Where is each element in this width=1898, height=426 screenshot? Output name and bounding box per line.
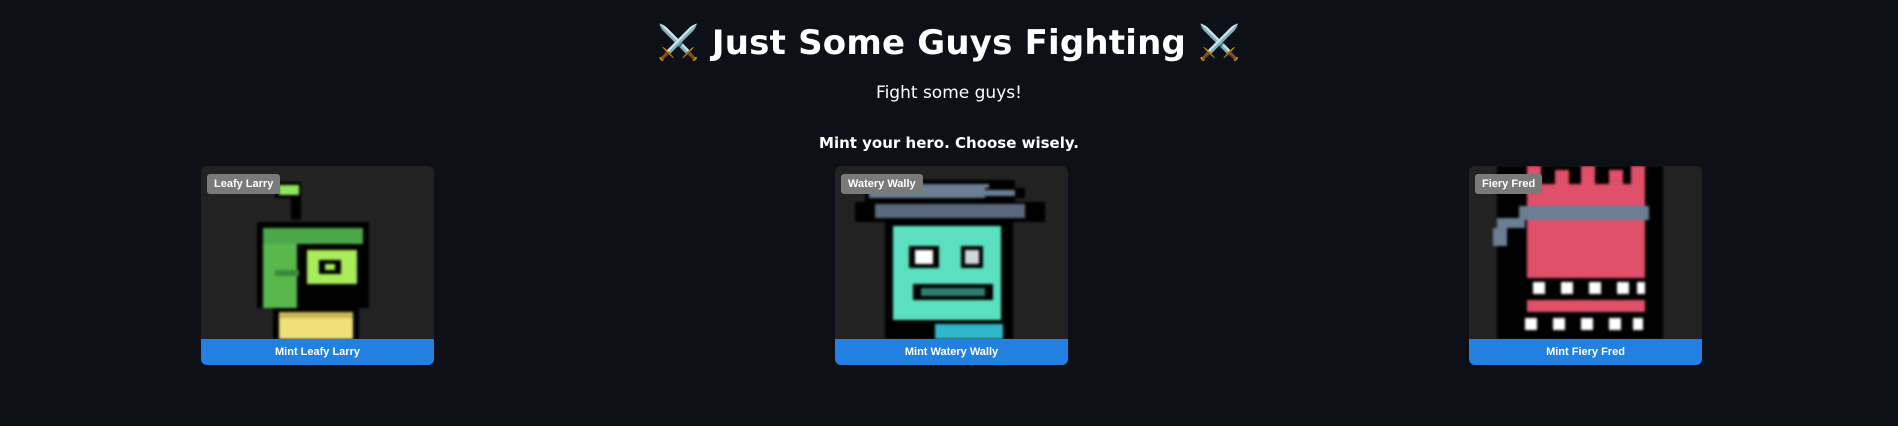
mint-fiery-fred-button[interactable]: Mint Fiery Fred [1469,339,1702,365]
crossed-swords-icon: ⚔️ [657,23,700,63]
hero-card-fiery-fred: Fiery Fred Mint Fiery Fred [1469,166,1702,365]
page-title: ⚔️ Just Some Guys Fighting ⚔️ [0,18,1898,68]
hero-card-leafy-larry: Leafy Larry Mint Leafy Larry [201,166,434,365]
hero-card-watery-wally: Watery Wally Mint Watery Wally [835,166,1068,365]
hero-name-tag: Watery Wally [841,174,923,194]
hero-name-tag: Leafy Larry [207,174,281,194]
hero-name-tag: Fiery Fred [1475,174,1543,194]
mint-leafy-larry-button[interactable]: Mint Leafy Larry [201,339,434,365]
mint-watery-wally-button[interactable]: Mint Watery Wally [835,339,1068,365]
page: ⚔️ Just Some Guys Fighting ⚔️ Fight some… [0,0,1898,426]
crossed-swords-icon: ⚔️ [1198,23,1241,63]
mint-prompt: Mint your hero. Choose wisely. [819,134,1079,152]
page-title-text: Just Some Guys Fighting [711,23,1187,63]
page-subtitle: Fight some guys! [876,83,1022,103]
header: ⚔️ Just Some Guys Fighting ⚔️ Fight some… [0,18,1898,104]
